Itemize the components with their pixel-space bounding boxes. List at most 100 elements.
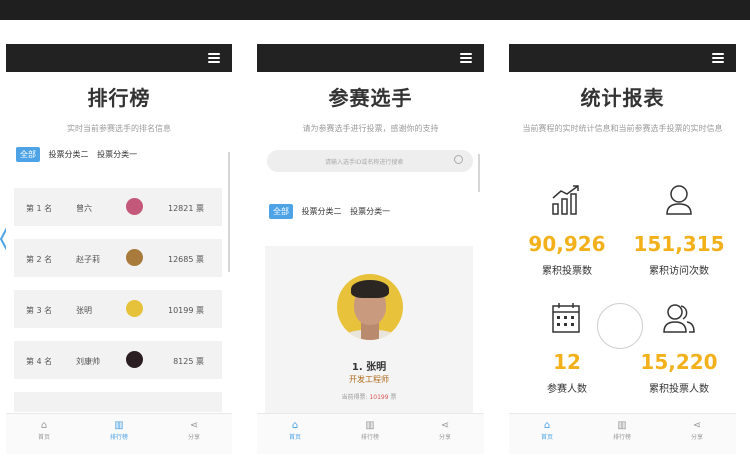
tab-home[interactable]: ⌂ 首页 — [527, 420, 567, 441]
tab-label: 首页 — [540, 434, 553, 441]
tab-label: 首页 — [288, 434, 301, 441]
bar-chart-icon: ▥ — [617, 420, 627, 431]
home-icon: ⌂ — [543, 420, 551, 431]
tab-category-one[interactable]: 投票分类一 — [97, 149, 137, 160]
menu-icon[interactable] — [712, 53, 724, 63]
scrollbar[interactable] — [478, 154, 480, 192]
tab-category-two[interactable]: 投票分类二 — [302, 206, 342, 217]
contestant-name: 张明 — [76, 306, 92, 315]
rank-position: 第 3 名 — [26, 306, 53, 315]
search-input[interactable]: 请输入选手ID或名称进行搜索 — [267, 150, 473, 172]
user-icon — [666, 185, 692, 215]
stat-value: 90,926 — [528, 232, 606, 256]
avatar — [126, 249, 143, 266]
rank-row[interactable]: 第 3 名 张明 10199 票 — [14, 290, 222, 328]
page-title: 排行榜 — [87, 86, 151, 110]
scrollbar[interactable] — [228, 152, 230, 272]
stat-label: 参赛人数 — [547, 384, 587, 395]
vote-count: 12821 票 — [168, 204, 204, 213]
app-bar — [257, 44, 484, 72]
top-band — [0, 0, 750, 20]
tab-share[interactable]: ⋖ 分享 — [425, 420, 465, 441]
bottom-tab-bar: ⌂ 首页 ▥ 排行榜 ⋖ 分享 — [257, 413, 484, 454]
users-icon — [663, 304, 695, 333]
stat-label: 累积投票数 — [542, 266, 592, 277]
home-icon: ⌂ — [291, 420, 299, 431]
contestant-name: 赵子莉 — [76, 255, 100, 264]
stat-label: 累积访问次数 — [649, 266, 709, 277]
tab-label: 分享 — [438, 434, 451, 441]
stat-total-votes: 90,926 累积投票数 — [517, 232, 617, 277]
votes-suffix: 票 — [390, 394, 397, 401]
avatar — [126, 351, 143, 368]
rank-row[interactable]: 第 4 名 刘康帅 8125 票 — [14, 341, 222, 379]
bar-chart-icon: ▥ — [365, 420, 375, 431]
search-icon[interactable] — [454, 155, 463, 164]
stat-contestants: 12 参赛人数 — [517, 350, 617, 395]
vote-count: 10199 票 — [168, 306, 204, 315]
stat-voters: 15,220 累积投票人数 — [629, 350, 729, 395]
contestants-panel: 参赛选手 请为参赛选手进行投票，感谢你的支持 请输入选手ID或名称进行搜索 全部… — [257, 44, 484, 454]
stat-value: 15,220 — [640, 350, 718, 374]
tab-share[interactable]: ⋖ 分享 — [174, 420, 214, 441]
stat-value: 12 — [553, 350, 581, 374]
tab-all[interactable]: 全部 — [16, 147, 40, 162]
tab-category-two[interactable]: 投票分类二 — [49, 149, 89, 160]
votes-prefix: 当前得票: — [341, 394, 368, 401]
rank-row[interactable]: 第 1 名 曾六 12821 票 — [14, 188, 222, 226]
share-icon: ⋖ — [189, 420, 199, 431]
tab-label: 排行榜 — [360, 434, 379, 441]
tab-label: 首页 — [37, 434, 50, 441]
rank-position: 第 1 名 — [26, 204, 53, 213]
ranking-panel: 排行榜 实时当前参赛选手的排名信息 全部 投票分类二 投票分类一 第 1 名 曾… — [6, 44, 232, 454]
tab-ranking[interactable]: ▥ 排行榜 — [350, 420, 390, 441]
home-icon: ⌂ — [40, 420, 48, 431]
tab-label: 分享 — [187, 434, 200, 441]
vote-count: 12685 票 — [168, 255, 204, 264]
tab-home[interactable]: ⌂ 首页 — [275, 420, 315, 441]
page-subtitle: 请为参赛选手进行投票，感谢你的支持 — [302, 124, 439, 133]
votes-value: 10199 — [369, 394, 389, 401]
stat-label: 累积投票人数 — [649, 384, 709, 395]
contestant-name: 刘康帅 — [76, 357, 100, 366]
tab-all[interactable]: 全部 — [269, 204, 293, 219]
bar-chart-icon: ▥ — [114, 420, 124, 431]
rank-position: 第 4 名 — [26, 357, 53, 366]
app-bar — [509, 44, 736, 72]
contestant-card[interactable]: 1. 张明 开发工程师 当前得票: 10199 票 — [265, 246, 473, 416]
tab-label: 分享 — [690, 434, 703, 441]
rank-row[interactable] — [14, 392, 222, 412]
category-tabs: 全部 投票分类二 投票分类一 — [269, 204, 396, 219]
page-title: 参赛选手 — [328, 86, 413, 110]
touch-indicator — [597, 303, 643, 349]
contestant-name: 1. 张明 — [351, 362, 387, 373]
tab-home[interactable]: ⌂ 首页 — [24, 420, 64, 441]
tab-label: 排行榜 — [612, 434, 631, 441]
search-placeholder: 请输入选手ID或名称进行搜索 — [325, 159, 404, 166]
bottom-tab-bar: ⌂ 首页 ▥ 排行榜 ⋖ 分享 — [509, 413, 736, 454]
tab-share[interactable]: ⋖ 分享 — [677, 420, 717, 441]
avatar — [126, 198, 143, 215]
stats-panel: 统计报表 当前赛程的实时统计信息和当前参赛选手投票的实时信息 90,926 累积… — [509, 44, 736, 454]
vote-count: 8125 票 — [173, 357, 204, 366]
tab-ranking[interactable]: ▥ 排行榜 — [602, 420, 642, 441]
rank-row[interactable]: 第 2 名 赵子莉 12685 票 — [14, 239, 222, 277]
avatar — [337, 274, 403, 340]
stat-value: 151,315 — [633, 232, 725, 256]
tab-label: 排行榜 — [109, 434, 128, 441]
calendar-icon — [552, 303, 580, 333]
stat-total-visits: 151,315 累积访问次数 — [629, 232, 729, 277]
page-subtitle: 实时当前参赛选手的排名信息 — [67, 124, 171, 133]
tab-ranking[interactable]: ▥ 排行榜 — [99, 420, 139, 441]
page-subtitle: 当前赛程的实时统计信息和当前参赛选手投票的实时信息 — [522, 124, 723, 133]
menu-icon[interactable] — [208, 53, 220, 63]
contestant-name: 曾六 — [76, 204, 92, 213]
app-bar — [6, 44, 232, 72]
page-title: 统计报表 — [580, 86, 665, 110]
bottom-tab-bar: ⌂ 首页 ▥ 排行榜 ⋖ 分享 — [6, 413, 232, 454]
tab-category-one[interactable]: 投票分类一 — [350, 206, 390, 217]
contestant-role: 开发工程师 — [349, 375, 389, 384]
menu-icon[interactable] — [460, 53, 472, 63]
share-icon: ⋖ — [440, 420, 450, 431]
growth-chart-icon — [552, 185, 579, 215]
